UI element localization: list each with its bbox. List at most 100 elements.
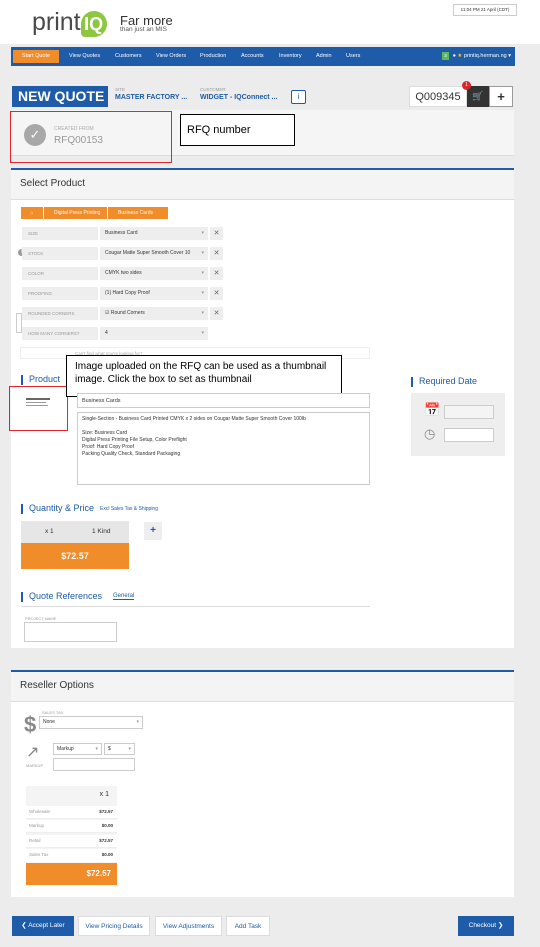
clock-icon[interactable]: ◷ [424,426,435,442]
ref-section-bar [21,592,23,602]
required-date-title: Required Date [419,376,478,386]
project-name-input[interactable] [24,622,117,642]
corners-count-select[interactable]: 4 ▾ [100,327,208,340]
info-button[interactable]: i [291,90,306,104]
rounded-corners-label: ROUNDED CORNERS [22,307,98,320]
star-icon: ★ [457,53,463,59]
product-name-input[interactable]: Business Cards [77,393,370,408]
proofing-select[interactable]: (1) Hard Copy Proof ▾ [100,287,208,300]
size-label: SIZE [22,227,98,240]
rfq-callout: RFQ number [180,114,295,146]
proofing-label: PROOFING [22,287,98,300]
main-nav: Start Quote View Quotes Customers View O… [11,47,515,66]
size-select[interactable]: Business Card ▾ [100,227,208,240]
tagline: Far more than just an MIS [120,14,173,34]
proofing-remove-button[interactable]: ✕ [210,287,223,300]
nav-view-quotes[interactable]: View Quotes [69,47,100,66]
cart-count-badge: 1 [462,81,471,90]
logo-q-icon: IQ [80,11,107,37]
table-row: Markup $0.00 [26,820,117,833]
quote-number: Q009345 [409,86,467,107]
user-menu[interactable]: 3 ● ★ printiq.herman.ng ▾ [442,47,511,66]
tax-note: Excl Sales Tax & Shipping [100,506,158,512]
divider [21,606,370,607]
product-section-title: Product [29,374,61,384]
home-crumb[interactable]: ⌂ [21,207,43,219]
qty-section-bar [21,504,23,514]
accept-later-button[interactable]: ❮ Accept Later [12,916,74,936]
qty-select[interactable]: x 1 [45,528,54,535]
rounded-corners-remove-button[interactable]: ✕ [210,307,223,320]
customer-label: CUSTOMER [200,87,226,92]
customer-value[interactable]: WIDGET - IQConnect ... [200,94,277,101]
table-row: Wholesale $72.57 [26,806,117,819]
quote-references-title: Quote References [29,591,103,601]
select-product-title: Select Product [11,170,514,200]
logo-text: print [32,8,81,36]
user-icon: ● [452,53,456,59]
markup-type-select[interactable]: Markup ▾ [53,743,102,755]
table-row: Sales Tax $0.00 [26,849,117,862]
add-quantity-button[interactable]: + [144,522,162,540]
markup-value-input[interactable] [53,758,135,771]
notification-badge[interactable]: 3 [442,52,450,60]
view-pricing-button[interactable]: View Pricing Details [78,916,150,936]
rounded-corners-select[interactable]: ☑ Round Corners ▾ [100,307,208,320]
qty-section-title: Quantity & Price [29,503,95,513]
app-header: print IQ Far more than just an MIS 11:04 … [0,0,540,44]
crumb-business-cards[interactable]: Business Cards [108,207,168,219]
site-value[interactable]: MASTER FACTORY ... [115,94,187,101]
add-task-button[interactable]: Add Task [226,916,270,936]
stock-remove-button[interactable]: ✕ [210,247,223,260]
corners-count-label: HOW MANY CORNERS? [22,327,98,340]
chevron-left-icon: ❮ [21,922,27,929]
crumb-digital-press[interactable]: Digital Press Printing [44,207,107,219]
nav-admin[interactable]: Admin [316,47,332,66]
nav-view-orders[interactable]: View Orders [156,47,186,66]
nav-production[interactable]: Production [200,47,226,66]
markup-unit-select[interactable]: $ ▾ [104,743,135,755]
chevron-down-icon: ▾ [508,53,511,59]
cart-icon: 🛒 [472,91,484,101]
tab-general[interactable]: General [113,593,135,600]
nav-customers[interactable]: Customers [115,47,142,66]
color-select[interactable]: CMYK two sides ▾ [100,267,208,280]
nav-inventory[interactable]: Inventory [279,47,302,66]
clock-display: 11:04 PM 21 April (CDT) [453,4,517,16]
thumbnail-highlight-box [9,386,68,431]
checkout-button[interactable]: Checkout ❯ [458,916,514,936]
calendar-icon[interactable]: 📅 [424,402,440,418]
view-adjustments-button[interactable]: View Adjustments [155,916,222,936]
markup-label: MARKUP [26,763,44,768]
dollar-icon: $ [24,712,37,737]
project-name-label: PROJECT NAME [25,616,57,621]
product-description-textarea[interactable]: Single-Section - Business Card Printed C… [77,412,370,485]
nav-users[interactable]: Users [346,47,360,66]
start-quote-button[interactable]: Start Quote [13,50,59,63]
nav-accounts[interactable]: Accounts [241,47,264,66]
reseller-title: Reseller Options [11,672,514,702]
stock-select[interactable]: Cougar Matte Super Smooth Cover 10 ▾ [100,247,208,260]
kind-select[interactable]: 1 Kind [92,528,110,535]
pricing-table-header: x 1 [99,791,109,798]
stock-label: STOCK [22,247,98,260]
sales-tax-select[interactable]: None ▾ [39,716,143,729]
thumbnail-callout: Image uploaded on the RFQ can be used as… [66,355,342,397]
quantity-kind-box: x 1 1 Kind [21,521,129,543]
required-time-input[interactable] [444,428,494,442]
user-name: printiq.herman.ng [463,53,507,59]
color-remove-button[interactable]: ✕ [210,267,223,280]
page-title: NEW QUOTE [12,86,108,107]
table-row: Retail $72.57 [26,835,117,848]
required-date-input[interactable] [444,405,494,419]
add-button[interactable]: + [489,86,513,107]
reseller-total: $72.57 [26,863,117,885]
chevron-right-icon: ❯ [497,922,504,929]
color-label: COLOR [22,267,98,280]
cart-button[interactable]: 🛒 [467,86,489,107]
side-toggle[interactable] [16,313,22,333]
rfq-highlight-box [10,111,172,163]
printiq-logo[interactable]: print IQ [32,8,107,37]
price-display[interactable]: $72.57 [21,543,129,569]
size-remove-button[interactable]: ✕ [210,227,223,240]
